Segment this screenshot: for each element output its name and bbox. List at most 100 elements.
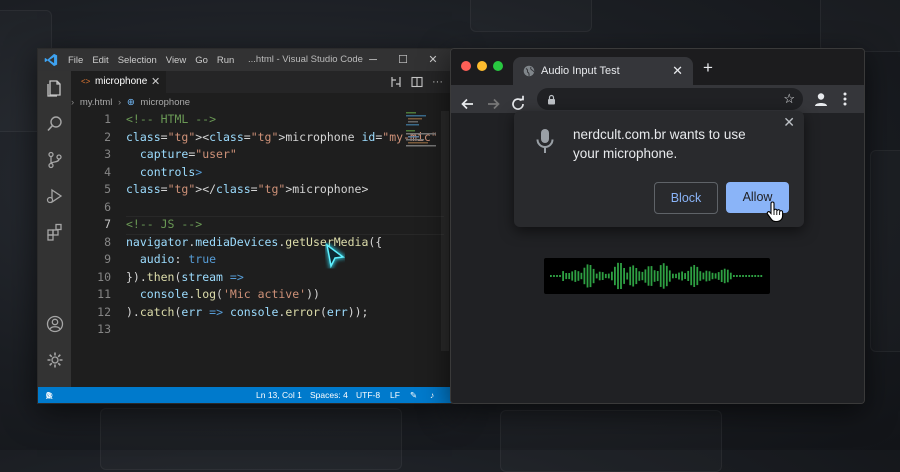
code-line: capture="user": [139, 147, 237, 161]
zoom-traffic-light[interactable]: [493, 61, 503, 71]
menu-file[interactable]: File: [68, 55, 83, 66]
split-editor-icon[interactable]: [411, 76, 423, 88]
waveform-bar: [672, 273, 674, 279]
waveform-bar: [733, 275, 735, 277]
menu-edit[interactable]: Edit: [92, 55, 108, 66]
explorer-icon[interactable]: [46, 79, 64, 97]
waveform-bar: [745, 275, 747, 277]
extensions-icon[interactable]: [46, 223, 64, 241]
line-number: 11: [97, 287, 111, 301]
browser-tabstrip: Audio Input Test ✕ +: [451, 49, 864, 85]
menu-selection[interactable]: Selection: [118, 55, 157, 66]
prompt-close-icon[interactable]: ✕: [783, 114, 795, 131]
waveform-bar: [601, 272, 604, 280]
tab-close-icon[interactable]: ✕: [151, 71, 160, 93]
waveform-bar: [717, 272, 720, 280]
waveform-bar: [583, 267, 586, 285]
address-bar[interactable]: ☆: [537, 88, 803, 110]
code-line: ).catch(err => console.error(err));: [126, 304, 369, 319]
breadcrumb: › my.html › ⊕ microphone: [71, 95, 193, 111]
minimize-button[interactable]: ─: [363, 49, 383, 71]
close-traffic-light[interactable]: [461, 61, 471, 71]
breadcrumb-file[interactable]: my.html: [80, 97, 113, 108]
waveform-bar: [665, 265, 668, 287]
source-control-icon[interactable]: [46, 151, 64, 169]
block-button[interactable]: Block: [654, 182, 718, 214]
tab-microphone[interactable]: <> microphone ✕: [71, 71, 166, 93]
editor-tab-bar: <> microphone ✕ ···: [71, 71, 451, 93]
code-line: class="tg"><class="tg">microphone id="my…: [126, 129, 438, 144]
waveform-bar: [739, 275, 741, 277]
waveform-bar: [684, 273, 686, 279]
background-board: [500, 410, 722, 472]
line-number: 2: [104, 129, 111, 144]
maximize-button[interactable]: ☐: [393, 49, 413, 71]
waveform-bar: [656, 271, 659, 282]
line-number: 3: [104, 147, 111, 161]
pointer-cursor-icon: [324, 242, 347, 270]
waveform-bar: [723, 268, 726, 284]
star-icon[interactable]: ☆: [783, 91, 795, 107]
line-number: 12: [97, 304, 111, 319]
waveform-bar: [742, 275, 744, 277]
settings-gear-icon[interactable]: [46, 351, 64, 369]
background-board: [870, 150, 900, 352]
waveform-bar: [617, 262, 619, 290]
code-editor[interactable]: 1 2 3 4 5 6 7 8 9 10 11 12 13 <!-- HTML …: [71, 111, 451, 387]
new-tab-button[interactable]: +: [703, 59, 713, 77]
more-actions-icon[interactable]: ···: [432, 76, 443, 88]
line-number: 4: [104, 164, 111, 179]
waveform-bar: [614, 266, 616, 286]
line-number: 7: [104, 217, 111, 231]
cursor-position[interactable]: Ln 13, Col 1: [256, 387, 302, 403]
waveform-bar: [647, 266, 650, 286]
menu-go[interactable]: Go: [195, 55, 208, 66]
indentation[interactable]: Spaces: 4: [310, 387, 348, 403]
line-number: 8: [104, 234, 111, 249]
minimize-traffic-light[interactable]: [477, 61, 487, 71]
kebab-menu-icon[interactable]: [841, 91, 849, 107]
lock-icon[interactable]: [547, 94, 556, 105]
waveform-bar: [729, 272, 732, 280]
close-window-button[interactable]: ✕: [423, 49, 443, 71]
breadcrumb-symbol[interactable]: microphone: [140, 97, 190, 108]
activity-bar: [38, 71, 71, 387]
open-changes-icon[interactable]: [390, 76, 402, 88]
profile-icon[interactable]: [813, 91, 829, 107]
waveform-bar: [635, 268, 638, 285]
waveform-bar: [568, 273, 571, 280]
waveform-bar: [598, 271, 601, 281]
chevron-right-icon: ›: [71, 97, 75, 108]
menu-view[interactable]: View: [166, 55, 186, 66]
menu-run[interactable]: Run: [217, 55, 234, 66]
background-board: [470, 0, 592, 32]
hand-cursor-icon: [766, 201, 784, 223]
editor-actions: ···: [390, 71, 443, 93]
waveform-bar: [641, 271, 644, 281]
tab-close-icon[interactable]: ✕: [672, 57, 683, 85]
feedback-icon[interactable]: ✎: [410, 387, 417, 403]
notifications-bell-icon[interactable]: ♪: [430, 387, 434, 403]
line-ending[interactable]: LF: [390, 387, 400, 403]
status-bar: ⊗ 0 △ 0 Ln 13, Col 1 Spaces: 4 UTF-8 LF …: [38, 387, 451, 403]
code-line: audio: true: [139, 252, 217, 266]
account-icon[interactable]: [46, 315, 64, 333]
waveform-bar: [607, 273, 610, 279]
line-number: 5: [104, 182, 111, 196]
waveform-bar: [681, 271, 683, 281]
browser-toolbar: ☆: [451, 85, 864, 113]
minimap[interactable]: [406, 111, 442, 151]
waveform-bar: [678, 272, 680, 280]
waveform-bar: [748, 275, 751, 277]
waveform-bar: [757, 275, 760, 277]
code-line: controls>: [139, 164, 203, 179]
search-icon[interactable]: [46, 115, 64, 133]
browser-tab[interactable]: Audio Input Test ✕: [513, 57, 693, 85]
waveform-bar: [693, 265, 696, 287]
run-debug-icon[interactable]: [46, 187, 64, 205]
editor-scrollbar[interactable]: [441, 111, 449, 351]
encoding[interactable]: UTF-8: [356, 387, 380, 403]
globe-icon: [523, 65, 535, 77]
waveform-bar: [550, 275, 552, 277]
tab-label: microphone: [95, 76, 148, 87]
